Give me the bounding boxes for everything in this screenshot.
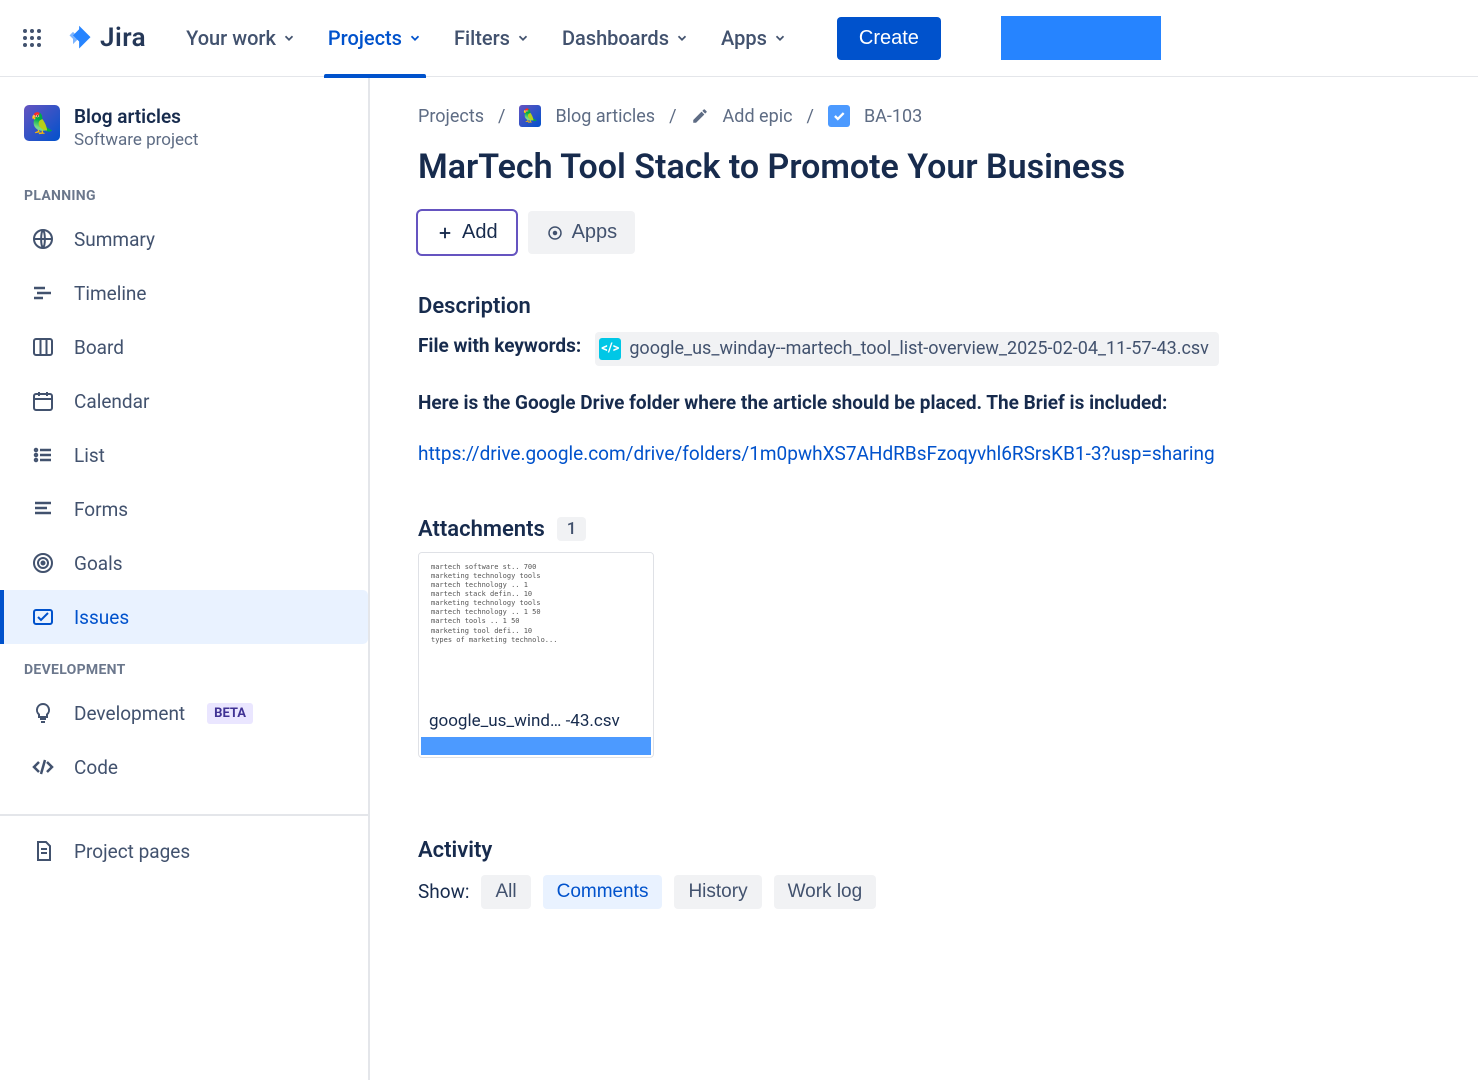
chevron-down-icon [408, 31, 422, 45]
attachment-filename: google_us_wind… -43.csv [419, 703, 653, 737]
nav-items: Your work Projects Filters Dashboards Ap… [186, 0, 787, 77]
activity-heading: Activity [418, 838, 1430, 863]
apps-icon [546, 224, 564, 242]
issues-icon [30, 604, 56, 630]
crumb-separator: / [669, 106, 676, 127]
app-switcher-icon[interactable] [18, 24, 46, 52]
topnav-placeholder [1001, 16, 1161, 60]
create-button[interactable]: Create [837, 17, 941, 60]
crumb-project[interactable]: Blog articles [555, 106, 655, 127]
forms-icon [30, 496, 56, 522]
action-row: Add Apps [418, 211, 1430, 254]
jira-wordmark: Jira [100, 23, 146, 53]
sidebar-item-forms[interactable]: Forms [0, 482, 368, 536]
code-icon [30, 754, 56, 780]
show-label: Show: [418, 880, 469, 903]
nav-projects[interactable]: Projects [328, 0, 422, 77]
description-heading: Description [418, 294, 1430, 319]
activity-tab-history[interactable]: History [674, 875, 761, 909]
jira-logo[interactable]: Jira [66, 23, 146, 53]
drive-link[interactable]: https://drive.google.com/drive/folders/1… [418, 442, 1215, 465]
sidebar-item-issues[interactable]: Issues [0, 590, 368, 644]
timeline-icon [30, 280, 56, 306]
chevron-down-icon [675, 31, 689, 45]
board-icon [30, 334, 56, 360]
crumb-projects[interactable]: Projects [418, 106, 484, 127]
folder-intro: Here is the Google Drive folder where th… [418, 391, 1167, 414]
sidebar-item-calendar[interactable]: Calendar [0, 374, 368, 428]
attachment-card[interactable]: martech software st.. 700marketing techn… [418, 552, 654, 758]
attachments-heading: Attachments [418, 517, 545, 542]
crumb-issue-key[interactable]: BA-103 [864, 106, 922, 127]
project-header[interactable]: 🦜 Blog articles Software project [0, 95, 368, 170]
sidebar-divider [0, 814, 368, 816]
section-development-label: DEVELOPMENT [0, 644, 368, 686]
nav-dashboards[interactable]: Dashboards [562, 0, 689, 77]
plus-icon [436, 224, 454, 242]
apps-button[interactable]: Apps [528, 211, 636, 254]
chevron-down-icon [516, 31, 530, 45]
description-body: File with keywords: </> google_us_winday… [418, 331, 1430, 469]
calendar-icon [30, 388, 56, 414]
nav-filters[interactable]: Filters [454, 0, 530, 77]
keywords-filename: google_us_winday--martech_tool_list-over… [629, 335, 1209, 363]
lightbulb-icon [30, 700, 56, 726]
target-icon [30, 550, 56, 576]
sidebar-item-development[interactable]: Development BETA [0, 686, 368, 740]
attachments-count: 1 [557, 517, 587, 541]
attachment-selection-bar [421, 737, 651, 755]
activity-tab-worklog[interactable]: Work log [774, 875, 877, 909]
globe-icon [30, 226, 56, 252]
sidebar-item-code[interactable]: Code [0, 740, 368, 794]
beta-badge: BETA [207, 703, 253, 724]
breadcrumbs: Projects / 🦜 Blog articles / Add epic / … [418, 105, 1430, 127]
project-type: Software project [74, 130, 199, 150]
keywords-label: File with keywords: [418, 334, 581, 357]
page-icon [30, 838, 56, 864]
nav-your-work[interactable]: Your work [186, 0, 296, 77]
crumb-separator: / [807, 106, 814, 127]
top-navigation: Jira Your work Projects Filters Dashboar… [0, 0, 1478, 77]
attachment-preview: martech software st.. 700marketing techn… [419, 553, 653, 703]
activity-show-row: Show: All Comments History Work log [418, 875, 1430, 909]
sidebar-item-project-pages[interactable]: Project pages [0, 824, 368, 878]
project-avatar-small-icon: 🦜 [519, 105, 541, 127]
issue-title: MarTech Tool Stack to Promote Your Busin… [418, 147, 1430, 187]
sidebar: 🦜 Blog articles Software project PLANNIN… [0, 77, 370, 1080]
chevron-down-icon [773, 31, 787, 45]
section-planning-label: PLANNING [0, 170, 368, 212]
project-name: Blog articles [74, 105, 199, 128]
sidebar-item-list[interactable]: List [0, 428, 368, 482]
task-type-icon [828, 105, 850, 127]
nav-apps[interactable]: Apps [721, 0, 787, 77]
sidebar-item-timeline[interactable]: Timeline [0, 266, 368, 320]
activity-tab-comments[interactable]: Comments [543, 875, 663, 909]
keywords-file-chip[interactable]: </> google_us_winday--martech_tool_list-… [595, 332, 1219, 366]
add-button[interactable]: Add [418, 211, 516, 254]
project-avatar-icon: 🦜 [24, 105, 60, 141]
sidebar-item-board[interactable]: Board [0, 320, 368, 374]
list-icon [30, 442, 56, 468]
code-chip-icon: </> [599, 338, 621, 360]
chevron-down-icon [282, 31, 296, 45]
main-content: Projects / 🦜 Blog articles / Add epic / … [370, 77, 1478, 1080]
pencil-icon [691, 107, 709, 125]
attachments-heading-row: Attachments 1 [418, 517, 1430, 542]
sidebar-item-goals[interactable]: Goals [0, 536, 368, 590]
crumb-separator: / [498, 106, 505, 127]
activity-tab-all[interactable]: All [481, 875, 530, 909]
sidebar-item-summary[interactable]: Summary [0, 212, 368, 266]
crumb-epic[interactable]: Add epic [723, 106, 793, 127]
